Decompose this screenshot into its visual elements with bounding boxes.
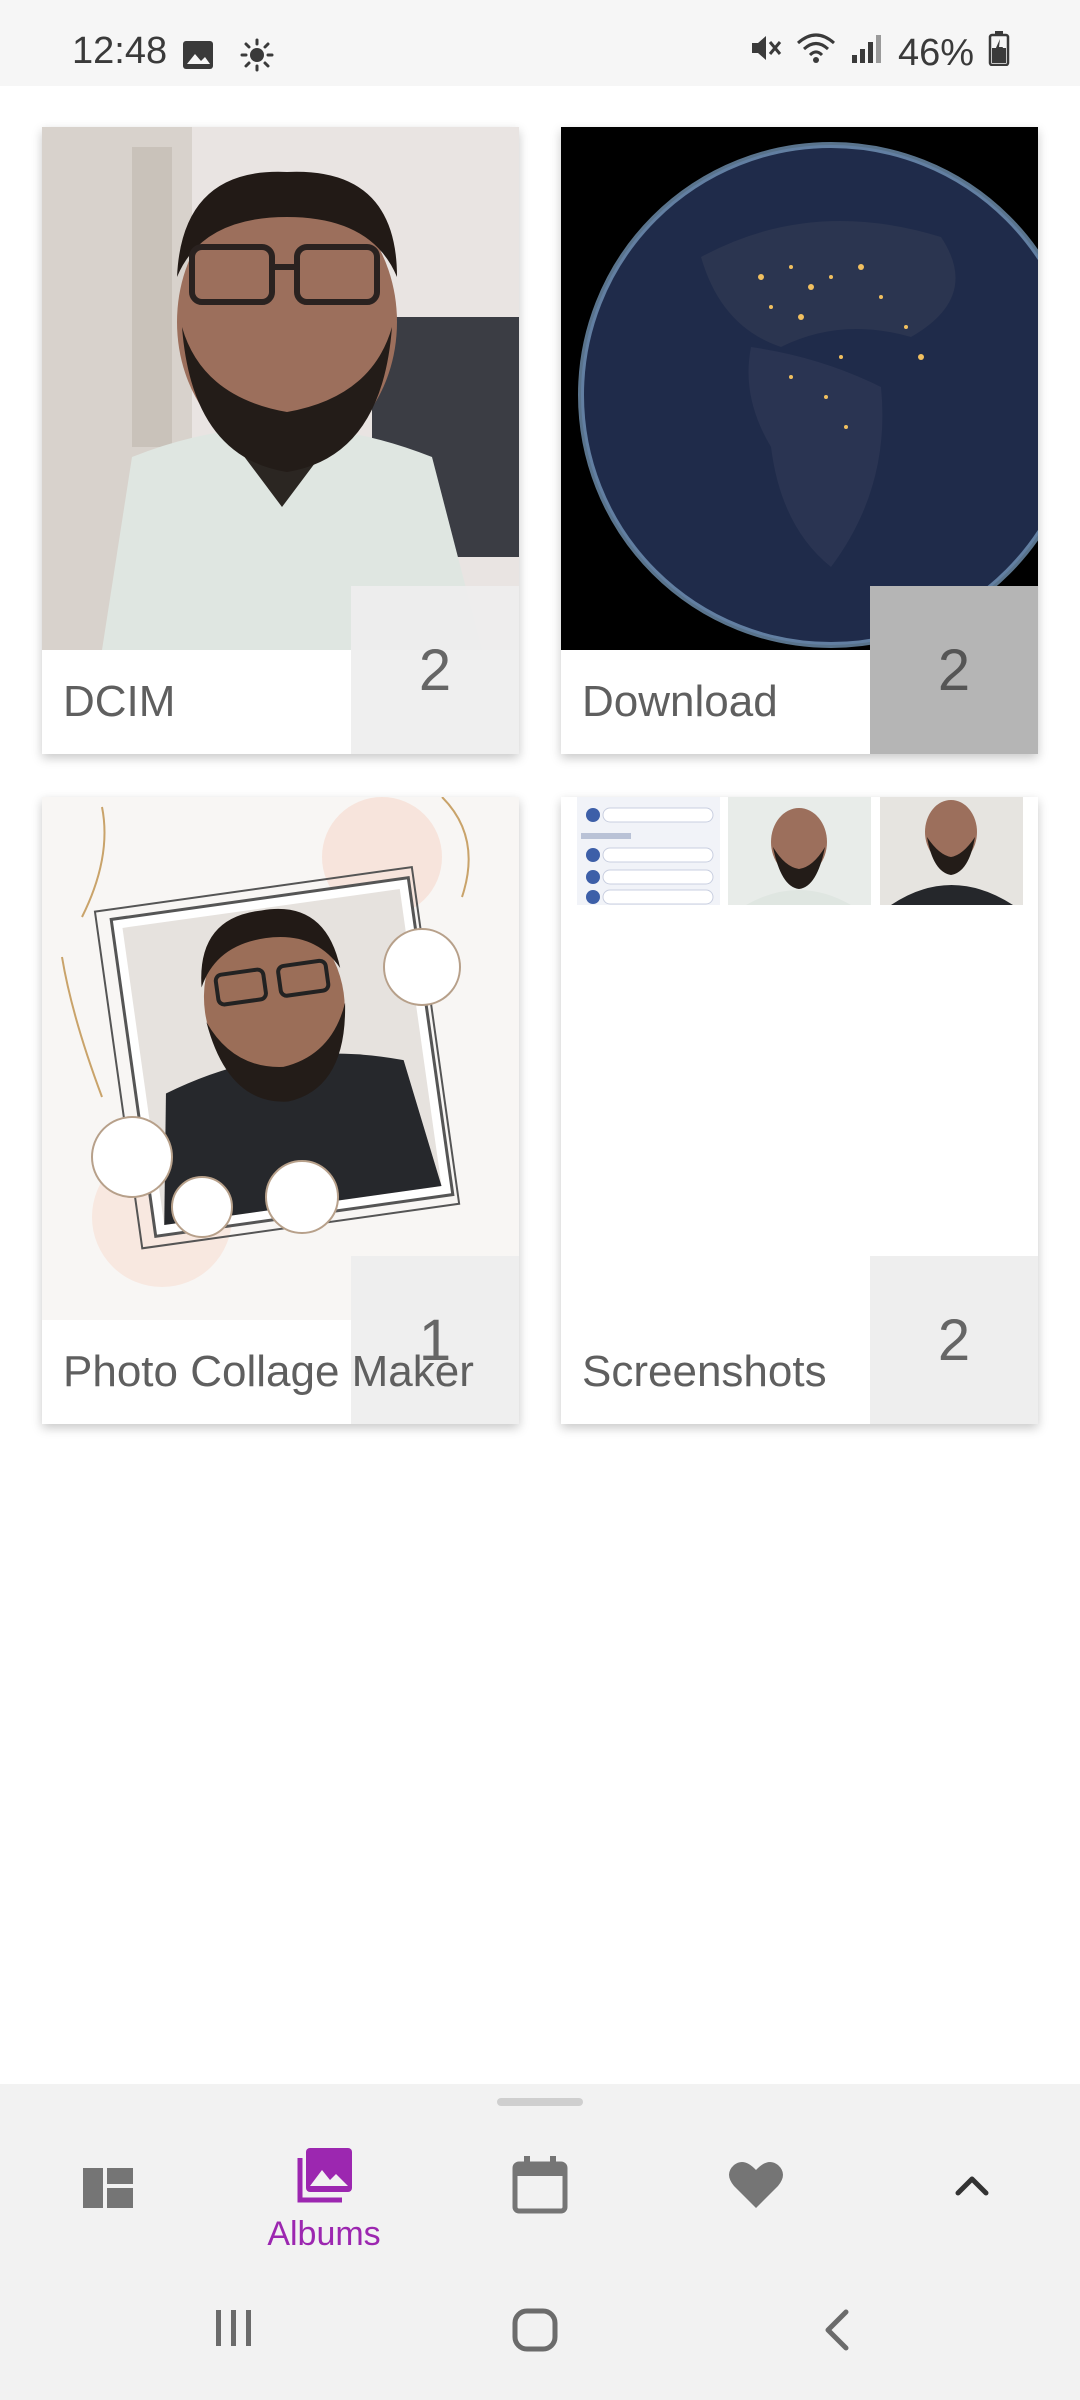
album-name: DCIM <box>63 677 176 726</box>
recents-icon[interactable] <box>212 2308 256 2353</box>
image-icon <box>182 40 214 75</box>
album-thumbnail <box>561 797 1038 1320</box>
brightness-icon <box>240 38 274 77</box>
drag-handle[interactable] <box>497 2098 583 2106</box>
album-count: 2 <box>351 586 519 754</box>
dashboard-icon <box>83 2168 133 2213</box>
album-count: 2 <box>870 586 1038 754</box>
album-thumbnail <box>561 127 1038 650</box>
album-name: Screenshots <box>582 1347 827 1396</box>
status-time: 12:48 <box>72 30 168 72</box>
nav-albums-label: Albums <box>267 2215 381 2253</box>
bottom-navigation: Albums <box>0 2084 1080 2400</box>
back-icon[interactable] <box>822 2308 852 2357</box>
nav-dashboard[interactable] <box>28 2148 188 2258</box>
nav-calendar[interactable] <box>460 2148 620 2258</box>
calendar-icon <box>512 2156 568 2219</box>
album-thumbnail <box>42 127 519 650</box>
signal-icon <box>850 31 884 75</box>
home-icon[interactable] <box>512 2308 558 2357</box>
mute-icon <box>748 31 782 75</box>
status-bar: 12:48 46% <box>0 0 1080 86</box>
battery-icon <box>988 30 1010 76</box>
album-card-dcim[interactable]: 2 DCIM <box>42 127 519 754</box>
battery-text: 46% <box>897 31 974 74</box>
album-card-download[interactable]: 2 Download <box>561 127 1038 754</box>
album-thumbnail <box>42 797 519 1320</box>
album-name: Photo Collage Maker <box>63 1347 474 1396</box>
chevron-up-icon <box>954 2174 990 2201</box>
heart-icon <box>728 2160 784 2215</box>
nav-favorites[interactable] <box>676 2148 836 2258</box>
album-card-photo-collage-maker[interactable]: 1 Photo Collage Maker <box>42 797 519 1424</box>
albums-icon <box>296 2148 352 2209</box>
nav-expand[interactable] <box>892 2148 1052 2258</box>
album-card-screenshots[interactable]: 2 Screenshots <box>561 797 1038 1424</box>
albums-grid: 2 DCIM 2 Download 1 Photo Collage Maker … <box>0 86 1080 2084</box>
album-name: Download <box>582 677 778 726</box>
album-count: 2 <box>870 1256 1038 1424</box>
nav-albums[interactable]: Albums <box>244 2148 404 2258</box>
wifi-icon <box>796 31 836 75</box>
